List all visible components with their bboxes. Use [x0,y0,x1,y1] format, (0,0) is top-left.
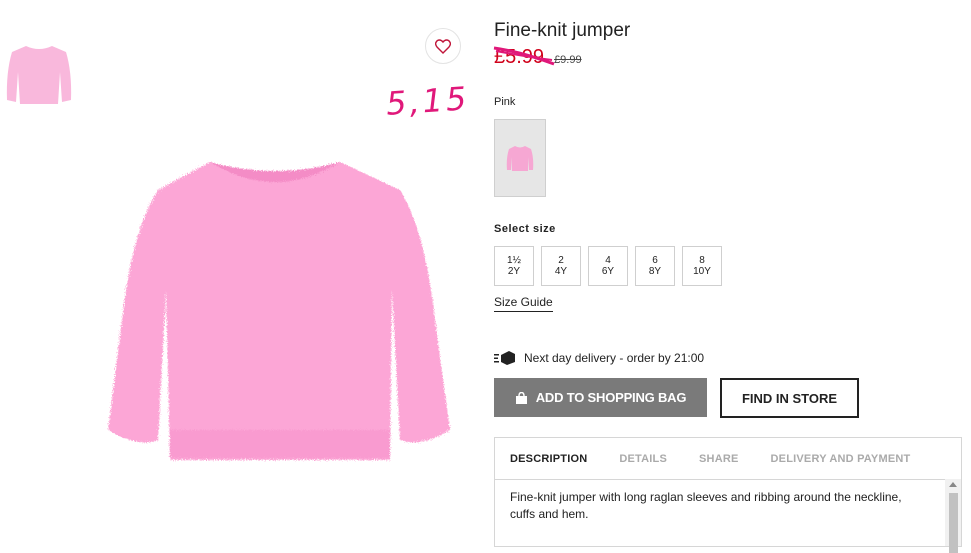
size-option[interactable]: 2 4Y [541,246,581,286]
color-label: Pink [494,96,516,108]
delivery-info: Next day delivery - order by 21:00 [494,351,704,365]
size-age: 6 [652,255,658,266]
tab-delivery-and-payment[interactable]: DELIVERY AND PAYMENT [771,453,911,465]
size-age: 4 [605,255,611,266]
select-size-label: Select size [494,223,556,235]
delivery-text: Next day delivery - order by 21:00 [524,351,705,365]
truck-icon [494,351,515,365]
jumper-thumbnail-image [6,46,72,104]
tab-details[interactable]: DETAILS [619,453,667,465]
size-age: 2 [558,255,564,266]
scroll-up-arrow-icon[interactable] [949,482,957,487]
size-option[interactable]: 6 8Y [635,246,675,286]
color-swatch-pink[interactable] [494,119,546,197]
size-age: 8 [699,255,705,266]
handwritten-price-note: 5,15 [384,79,471,123]
description-text: Fine-knit jumper with long raglan sleeve… [510,490,902,521]
size-option[interactable]: 8 10Y [682,246,722,286]
info-tabs: DESCRIPTION DETAILS SHARE DELIVERY AND P… [495,438,961,480]
tab-description[interactable]: DESCRIPTION [510,453,587,465]
price-row: £5.99 £9.99 [493,46,582,69]
heart-icon [435,38,451,54]
favourite-button[interactable] [425,28,461,64]
size-years: 6Y [601,266,615,277]
add-to-bag-button[interactable]: ADD TO SHOPPING BAG [494,378,707,417]
handwritten-strikethrough [493,46,555,66]
tab-share[interactable]: SHARE [699,453,739,465]
size-options: 1½ 2Y 2 4Y 4 6Y 6 8Y 8 10Y [494,246,722,286]
shopping-bag-icon [515,391,527,404]
description-scrollbar[interactable] [945,479,961,553]
add-to-bag-label: ADD TO SHOPPING BAG [535,390,687,405]
pink-jumper-image [108,162,450,460]
original-price: £9.99 [554,54,582,66]
size-option[interactable]: 4 6Y [588,246,628,286]
sale-price: £5.99 [493,46,555,69]
size-option[interactable]: 1½ 2Y [494,246,534,286]
find-in-store-button[interactable]: FIND IN STORE [720,378,859,418]
size-age: 1½ [507,255,521,266]
size-years: 2Y [507,266,521,277]
product-info-panel: DESCRIPTION DETAILS SHARE DELIVERY AND P… [494,437,962,553]
jumper-swatch-image [506,146,534,171]
size-guide-link[interactable]: Size Guide [494,295,553,312]
size-years: 10Y [693,266,711,277]
size-years: 4Y [554,266,568,277]
product-thumbnail[interactable] [4,42,74,106]
scroll-thumb[interactable] [949,493,958,553]
product-main-image [100,140,456,470]
size-years: 8Y [648,266,662,277]
product-title: Fine-knit jumper [494,20,631,41]
